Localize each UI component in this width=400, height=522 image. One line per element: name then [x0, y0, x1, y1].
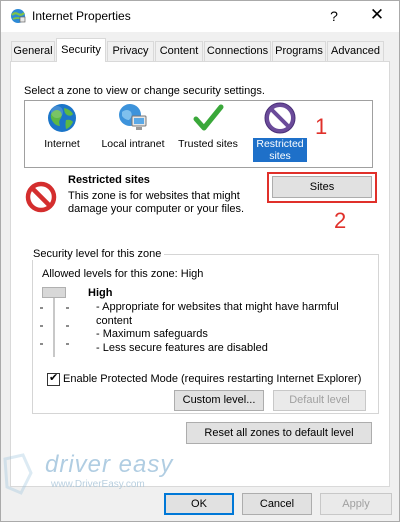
tab-security[interactable]: Security — [56, 38, 106, 62]
tab-programs[interactable]: Programs — [272, 41, 326, 61]
zone-label: Local intranet — [101, 138, 165, 150]
slider-tick — [40, 325, 43, 327]
security-level-name: High — [88, 287, 113, 299]
slider-tick — [66, 325, 69, 327]
tab-connections[interactable]: Connections — [204, 41, 271, 61]
globe-icon — [48, 104, 76, 132]
zone-prompt: Select a zone to view or change security… — [24, 85, 265, 97]
default-level-button[interactable]: Default level — [273, 390, 366, 411]
tab-general[interactable]: General — [11, 41, 55, 61]
slider-tick — [40, 307, 43, 309]
tab-content[interactable]: Content — [155, 41, 203, 61]
level-point: - Less secure features are disabled — [96, 341, 268, 354]
security-level-group-title: Security level for this zone — [30, 248, 165, 260]
allowed-levels-text: Allowed levels for this zone: High — [42, 268, 204, 280]
window-title: Internet Properties — [32, 9, 131, 23]
slider-tick — [66, 307, 69, 309]
annotation-number-one: 1 — [315, 114, 328, 139]
tab-privacy[interactable]: Privacy — [107, 41, 154, 61]
network-icon — [119, 104, 147, 130]
reset-all-zones-button[interactable]: Reset all zones to default level — [186, 422, 372, 444]
close-button[interactable]: ✕ — [359, 2, 395, 30]
help-button[interactable]: ? — [319, 2, 349, 30]
internet-properties-dialog: Internet Properties ? ✕ General Security… — [0, 0, 400, 522]
slider-tick — [40, 343, 43, 345]
zone-trusted-sites[interactable]: Trusted sites — [175, 102, 241, 150]
zone-restricted-sites[interactable]: Restricted sites — [253, 102, 307, 162]
zone-internet[interactable]: Internet — [37, 102, 87, 150]
custom-level-button[interactable]: Custom level... — [174, 390, 264, 411]
ok-button[interactable]: OK — [164, 493, 234, 515]
tab-advanced[interactable]: Advanced — [327, 41, 384, 61]
zone-description: This zone is for websites that might dam… — [68, 190, 245, 215]
restricted-icon — [264, 102, 296, 134]
level-point: - Maximum safeguards — [96, 328, 208, 340]
protected-mode-checkbox[interactable]: ✔ — [47, 372, 60, 386]
title-bar: Internet Properties ? ✕ — [1, 1, 399, 32]
security-level-description: - Appropriate for websites that might ha… — [96, 301, 356, 355]
security-level-slider-thumb[interactable] — [42, 287, 66, 298]
zone-title: Restricted sites — [68, 174, 150, 186]
cancel-button[interactable]: Cancel — [242, 493, 312, 515]
checkmark-icon: ✔ — [49, 372, 59, 384]
zone-label: Trusted sites — [178, 138, 238, 150]
watermark-url: www.DriverEasy.com — [51, 479, 145, 490]
sites-button[interactable]: Sites — [272, 176, 372, 198]
watermark-text: driver easy — [45, 451, 174, 478]
zone-label: Internet — [44, 138, 80, 150]
level-point: - Appropriate for websites that might ha… — [96, 301, 339, 327]
zone-local-intranet[interactable]: Local intranet — [97, 102, 169, 150]
checkmark-icon — [193, 104, 224, 131]
restricted-zone-icon — [25, 181, 57, 213]
annotation-number-two: 2 — [334, 208, 347, 233]
apply-button[interactable]: Apply — [320, 493, 392, 515]
zone-label: Restricted sites — [253, 138, 307, 162]
protected-mode-label: Enable Protected Mode (requires restarti… — [63, 373, 362, 385]
internet-options-icon — [11, 9, 26, 23]
slider-tick — [66, 343, 69, 345]
